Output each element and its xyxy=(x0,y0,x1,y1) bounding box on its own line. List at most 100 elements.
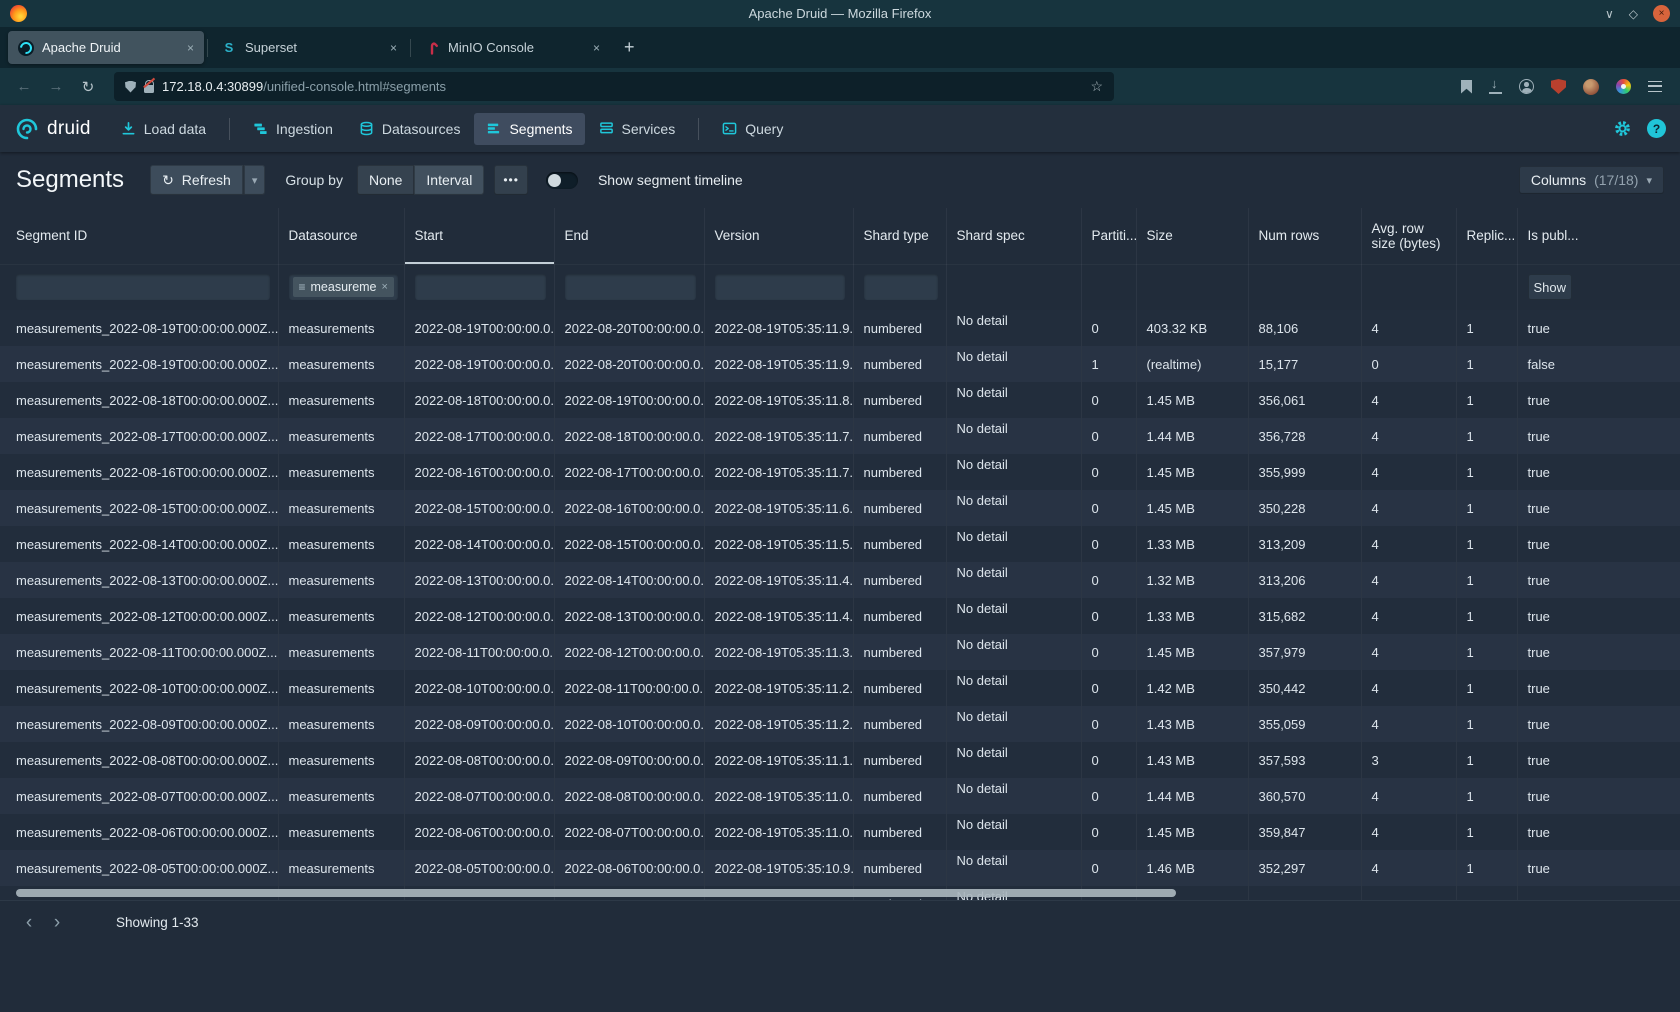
cell-shard_spec: No detail xyxy=(946,418,1081,454)
cell-replication: 1 xyxy=(1456,706,1517,742)
refresh-label: Refresh xyxy=(182,172,231,188)
cell-start: 2022-08-12T00:00:00.0... xyxy=(404,598,554,634)
maximize-icon[interactable]: ◇ xyxy=(1629,8,1638,20)
segments-table: Segment IDDatasourceStartEndVersionShard… xyxy=(0,208,1680,900)
col-header-is_published[interactable]: Is publ... xyxy=(1517,208,1680,264)
cell-replication: 1 xyxy=(1456,850,1517,886)
previous-page-icon[interactable]: ‹ xyxy=(18,913,40,932)
filter-input-end[interactable] xyxy=(565,274,696,300)
col-header-id[interactable]: Segment ID xyxy=(0,208,278,264)
filter-tag-value: measureme xyxy=(311,280,377,294)
table-row: measurements_2022-08-09T00:00:00.000Z...… xyxy=(0,706,1680,742)
col-header-replication[interactable]: Replic... xyxy=(1456,208,1517,264)
pocket-icon[interactable] xyxy=(1461,80,1472,94)
bookmark-star-icon[interactable]: ☆ xyxy=(1090,78,1103,95)
services-icon xyxy=(599,121,614,136)
show-filter-button[interactable]: Show xyxy=(1528,274,1572,300)
col-header-avg_row_size[interactable]: Avg. row size (bytes) xyxy=(1361,208,1456,264)
cell-avg_row_size: 4 xyxy=(1361,454,1456,490)
cell-datasource: measurements xyxy=(278,418,404,454)
more-options-button[interactable]: ••• xyxy=(494,165,528,195)
cell-shard_type: numbered xyxy=(853,670,946,706)
nav-item-load-data[interactable]: Load data xyxy=(109,113,218,145)
columns-button[interactable]: Columns (17/18) ▾ xyxy=(1519,166,1664,194)
refresh-button[interactable]: ↻ Refresh xyxy=(150,165,243,195)
forward-icon[interactable]: → xyxy=(44,78,68,95)
nav-item-query[interactable]: Query xyxy=(710,113,795,145)
cell-version: 2022-08-19T05:35:11.8... xyxy=(704,382,853,418)
col-header-shard_type[interactable]: Shard type xyxy=(853,208,946,264)
cell-id: measurements_2022-08-18T00:00:00.000Z... xyxy=(0,382,278,418)
new-tab-button[interactable]: + xyxy=(624,37,635,58)
tab-close-icon[interactable]: × xyxy=(593,41,600,55)
table-row: measurements_2022-08-19T00:00:00.000Z...… xyxy=(0,346,1680,382)
col-header-start[interactable]: Start xyxy=(404,208,554,264)
col-header-num_rows[interactable]: Num rows xyxy=(1248,208,1361,264)
cell-version: 2022-08-19T05:35:11.3... xyxy=(704,634,853,670)
segment-timeline-toggle[interactable] xyxy=(546,172,578,189)
cell-datasource: measurements xyxy=(278,742,404,778)
account-icon[interactable] xyxy=(1519,79,1534,94)
cell-avg_row_size: 4 xyxy=(1361,814,1456,850)
browser-toolbar: ← → ↻ 172.18.0.4:30899/unified-console.h… xyxy=(0,68,1680,105)
remove-filter-icon[interactable]: × xyxy=(382,281,388,293)
cell-id: measurements_2022-08-13T00:00:00.000Z... xyxy=(0,562,278,598)
filter-input-start[interactable] xyxy=(415,274,546,300)
tab-title: Apache Druid xyxy=(42,40,179,55)
extension-icon[interactable] xyxy=(1616,79,1631,94)
col-header-version[interactable]: Version xyxy=(704,208,853,264)
empty-area xyxy=(0,944,1680,1012)
back-icon[interactable]: ← xyxy=(12,78,36,95)
nav-item-datasources[interactable]: Datasources xyxy=(347,113,473,145)
group-by-none-button[interactable]: None xyxy=(357,165,414,195)
refresh-menu-button[interactable]: ▾ xyxy=(243,165,266,195)
help-icon[interactable]: ? xyxy=(1647,119,1666,138)
profile-avatar[interactable] xyxy=(1583,79,1599,95)
cell-id: measurements_2022-08-19T00:00:00.000Z... xyxy=(0,310,278,346)
tab-minio-console[interactable]: MinIO Console × xyxy=(414,31,610,64)
hamburger-menu-icon[interactable] xyxy=(1648,81,1662,92)
col-header-size[interactable]: Size xyxy=(1136,208,1248,264)
cell-partition: 0 xyxy=(1081,490,1136,526)
cell-replication: 1 xyxy=(1456,562,1517,598)
minimize-icon[interactable]: ∨ xyxy=(1605,8,1614,20)
window-titlebar: Apache Druid — Mozilla Firefox ∨ ◇ × xyxy=(0,0,1680,27)
url-bar[interactable]: 172.18.0.4:30899/unified-console.html#se… xyxy=(114,72,1114,101)
filter-input-shard_type[interactable] xyxy=(864,274,938,300)
nav-item-segments[interactable]: Segments xyxy=(474,113,584,145)
settings-gear-icon[interactable] xyxy=(1613,119,1632,138)
downloads-icon[interactable] xyxy=(1489,79,1502,94)
filter-input-version[interactable] xyxy=(715,274,845,300)
cell-end: 2022-08-20T00:00:00.0... xyxy=(554,310,704,346)
cell-id: measurements_2022-08-14T00:00:00.000Z... xyxy=(0,526,278,562)
cell-end: 2022-08-09T00:00:00.0... xyxy=(554,742,704,778)
reload-icon[interactable]: ↻ xyxy=(76,78,100,96)
cell-size: 1.43 MB xyxy=(1136,742,1248,778)
next-page-icon[interactable]: › xyxy=(46,913,68,932)
nav-item-ingestion[interactable]: Ingestion xyxy=(241,113,345,145)
filter-input-datasource[interactable]: ≡measureme× xyxy=(289,274,398,300)
tab-superset[interactable]: S Superset × xyxy=(211,31,407,64)
cell-partition: 0 xyxy=(1081,634,1136,670)
filter-input-id[interactable] xyxy=(16,274,270,300)
insecure-lock-icon[interactable] xyxy=(144,85,154,93)
tab-close-icon[interactable]: × xyxy=(390,41,397,55)
col-header-shard_spec[interactable]: Shard spec xyxy=(946,208,1081,264)
cell-partition: 0 xyxy=(1081,562,1136,598)
col-header-datasource[interactable]: Datasource xyxy=(278,208,404,264)
cell-partition: 0 xyxy=(1081,706,1136,742)
ublock-extension-icon[interactable] xyxy=(1551,79,1566,94)
col-header-end[interactable]: End xyxy=(554,208,704,264)
cell-is_published: true xyxy=(1517,598,1680,634)
tracking-protection-shield-icon[interactable] xyxy=(125,81,136,93)
group-by-interval-button[interactable]: Interval xyxy=(414,165,484,195)
tab-apache-druid[interactable]: Apache Druid × xyxy=(8,31,204,64)
datasource-filter-tag[interactable]: ≡measureme× xyxy=(293,277,394,297)
horizontal-scrollbar[interactable] xyxy=(16,889,1176,897)
nav-item-services[interactable]: Services xyxy=(587,113,688,145)
url-text: 172.18.0.4:30899/unified-console.html#se… xyxy=(162,79,1082,94)
close-icon[interactable]: × xyxy=(1653,5,1670,22)
tab-close-icon[interactable]: × xyxy=(187,41,194,55)
col-header-partition[interactable]: Partiti... xyxy=(1081,208,1136,264)
druid-logo[interactable]: druid xyxy=(14,116,91,142)
